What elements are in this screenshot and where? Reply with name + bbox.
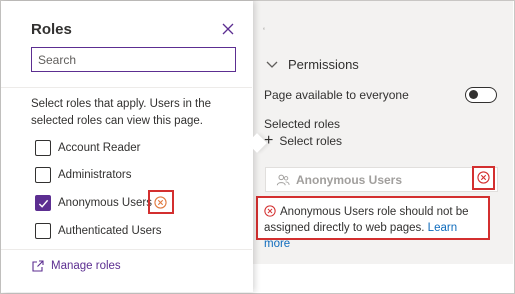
error-circle-icon[interactable] <box>154 196 167 209</box>
role-label: Authenticated Users <box>58 225 162 237</box>
checkbox[interactable] <box>35 167 51 183</box>
permissions-title: Permissions <box>288 56 359 72</box>
close-icon[interactable] <box>221 22 235 36</box>
permissions-header[interactable]: Permissions <box>264 56 359 72</box>
checkbox-checked[interactable] <box>35 195 51 211</box>
page-backdrop-footer <box>252 264 513 292</box>
manage-roles-link[interactable]: Manage roles <box>31 259 121 273</box>
external-link-icon <box>32 260 44 272</box>
page-available-label: Page available to everyone <box>264 88 409 102</box>
role-label: Anonymous Users <box>58 197 152 209</box>
checkmark-icon <box>38 199 49 208</box>
error-circle-icon <box>264 205 276 217</box>
role-item-anonymous-users[interactable]: Anonymous Users <box>35 195 152 211</box>
role-label: Administrators <box>58 169 132 181</box>
error-message-box: Anonymous Users role should not be assig… <box>256 196 490 250</box>
selected-roles-label: Selected roles <box>264 117 341 131</box>
divider <box>1 249 252 250</box>
manage-roles-label: Manage roles <box>51 260 121 272</box>
selected-role-chip-label: Anonymous Users <box>296 172 403 187</box>
toggle-knob <box>469 90 478 99</box>
checkbox[interactable] <box>35 140 51 156</box>
divider <box>1 87 252 88</box>
search-input[interactable] <box>31 47 236 72</box>
select-roles-button[interactable]: + Select roles <box>264 133 343 149</box>
role-item-account-reader[interactable]: Account Reader <box>35 140 140 156</box>
role-item-authenticated-users[interactable]: Authenticated Users <box>35 223 162 239</box>
selected-role-chip[interactable]: Anonymous Users <box>265 167 498 192</box>
checkbox[interactable] <box>35 223 51 239</box>
people-icon <box>276 174 290 185</box>
collapsed-section-marker: ‘ <box>263 26 265 36</box>
role-label: Account Reader <box>58 142 141 154</box>
instructions-text: Select roles that apply. Users in the se… <box>31 98 212 127</box>
select-roles-label: Select roles <box>279 134 343 148</box>
panel-title: Roles <box>31 21 72 38</box>
page-available-toggle[interactable] <box>465 87 497 103</box>
chevron-down-icon <box>266 61 278 68</box>
error-circle-icon[interactable] <box>477 171 490 184</box>
role-item-administrators[interactable]: Administrators <box>35 167 132 183</box>
